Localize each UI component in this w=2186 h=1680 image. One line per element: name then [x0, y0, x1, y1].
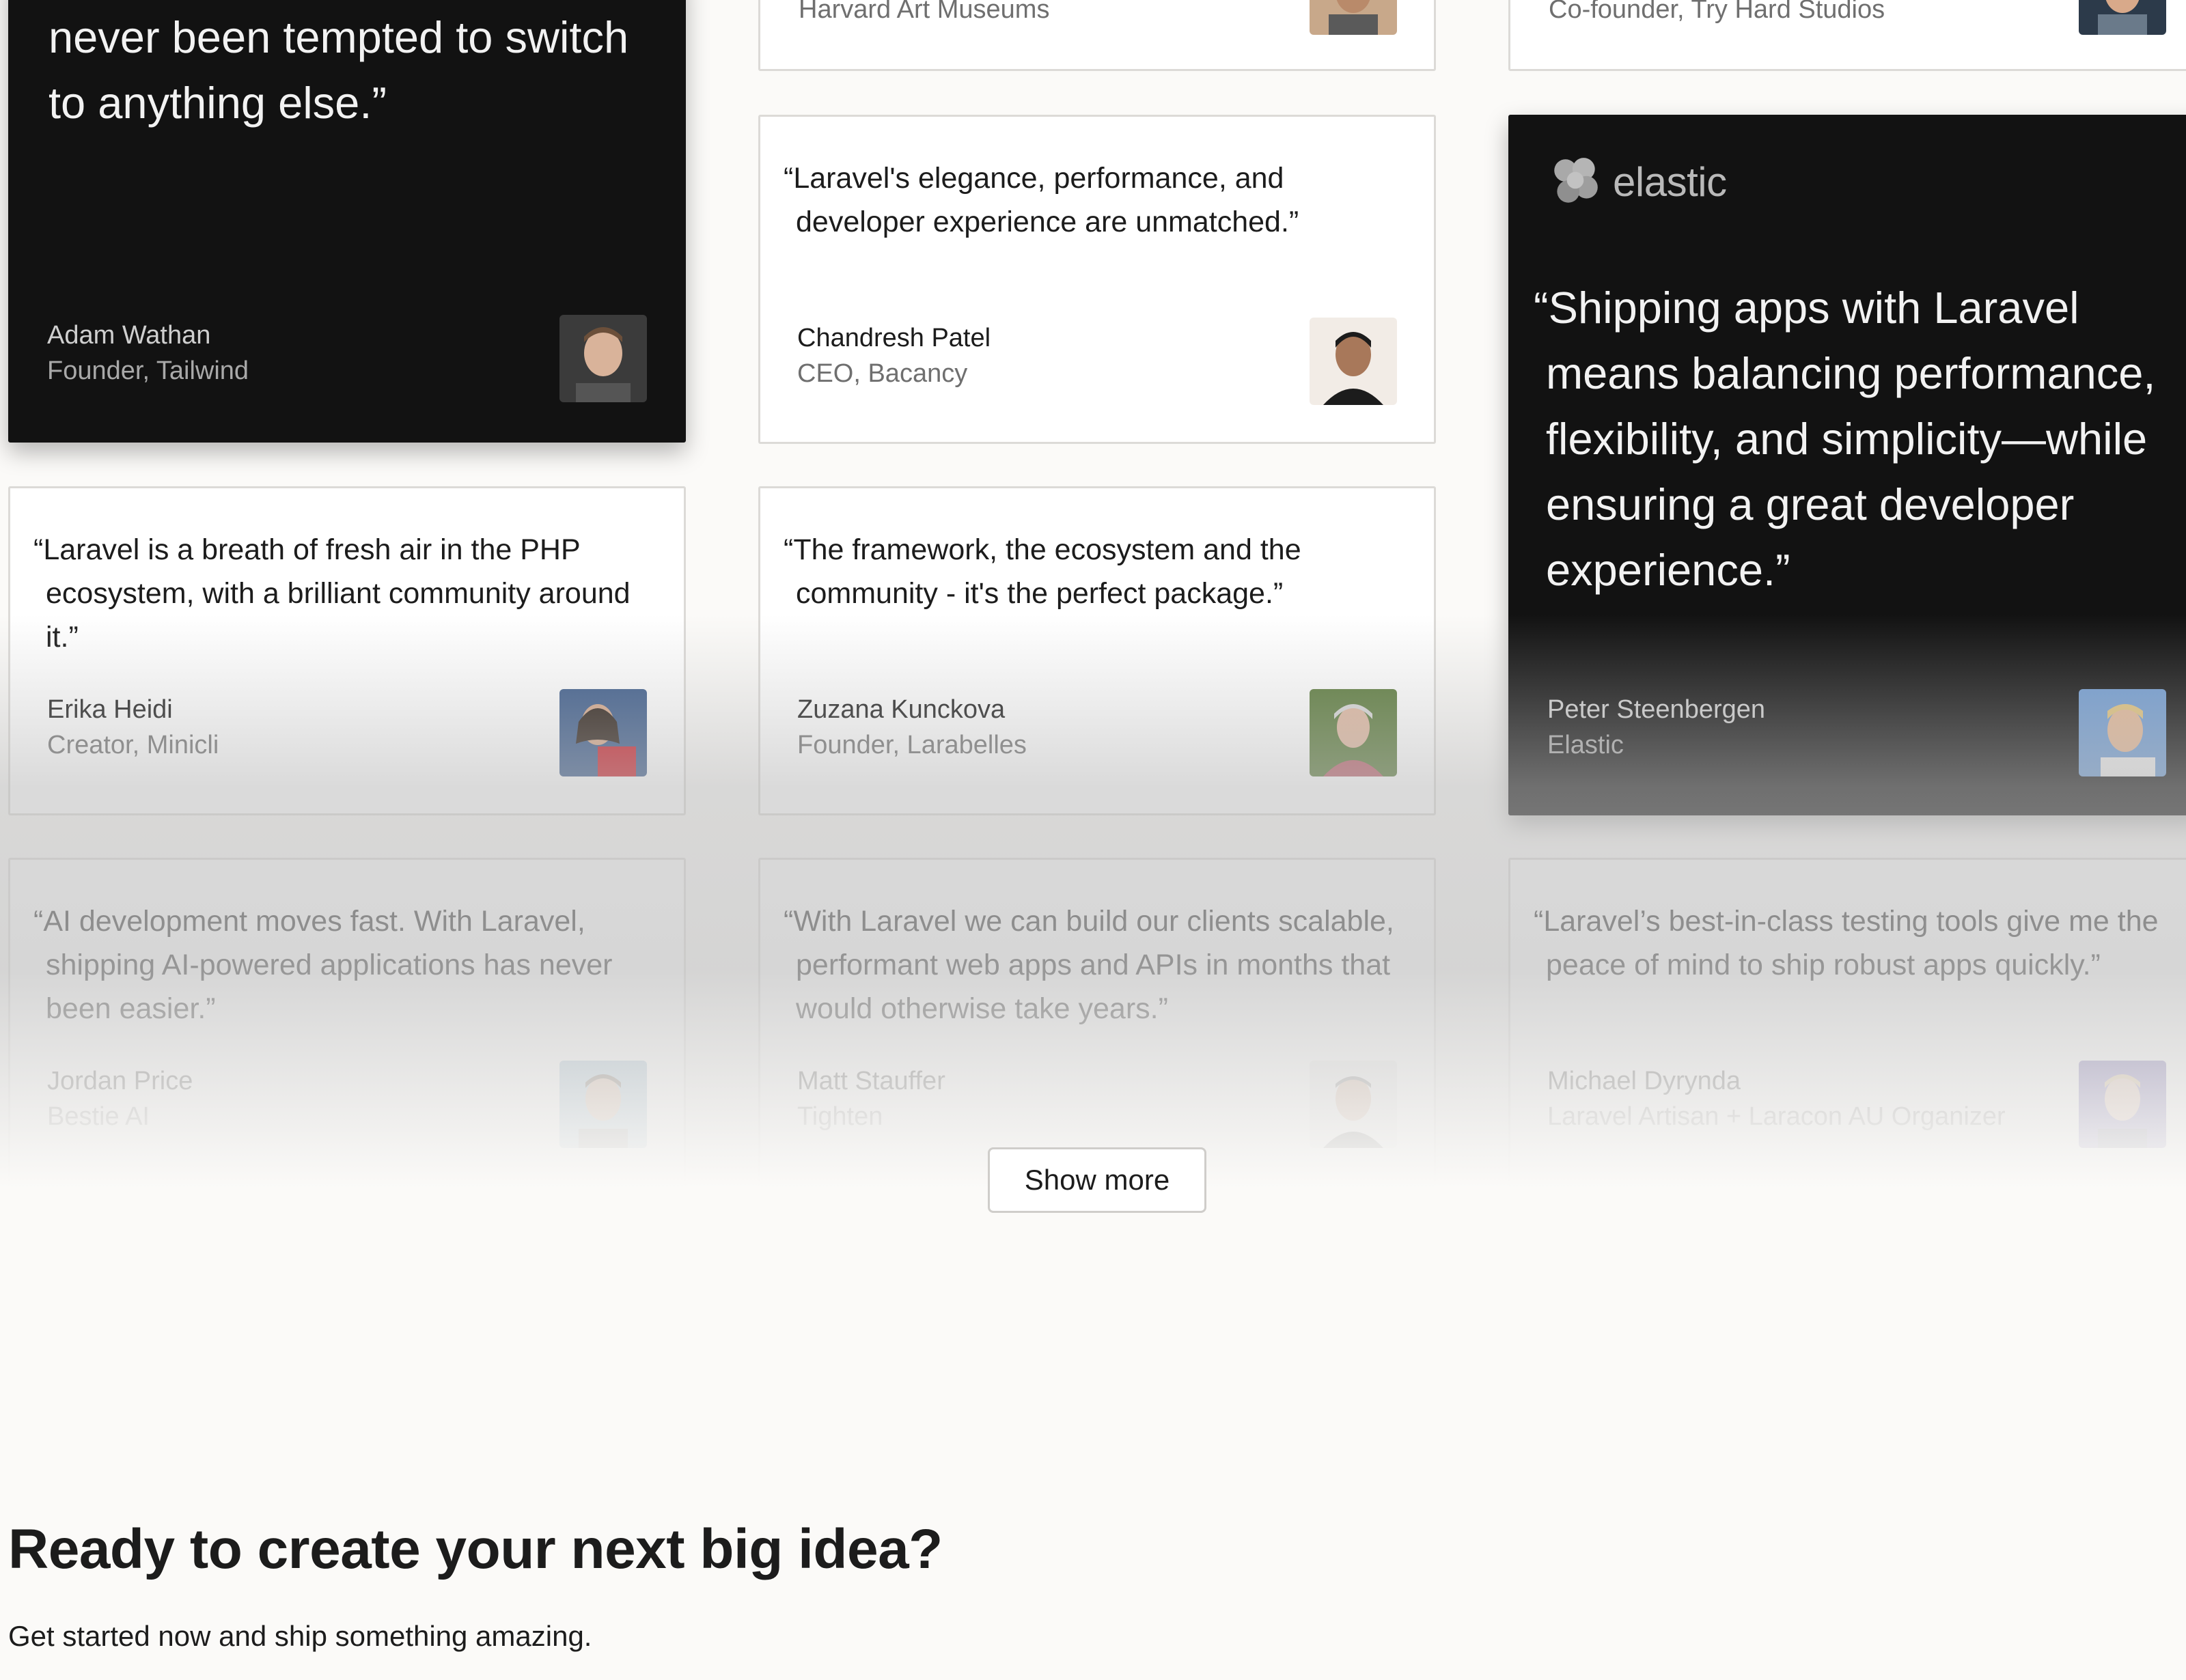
- testimonial-card-jordan: “AI development moves fast. With Laravel…: [8, 858, 686, 1187]
- elastic-logo-text: elastic: [1613, 158, 1727, 205]
- cta-title: Ready to create your next big idea?: [8, 1518, 943, 1580]
- testimonial-card-partial-right: Co-founder, Try Hard Studios: [1508, 0, 2186, 71]
- author-name: Jordan Price: [47, 1067, 193, 1095]
- testimonial-author: Matt Stauffer Tighten: [797, 1063, 945, 1134]
- author-role: Laravel Artisan + Laracon AU Organizer: [1547, 1102, 2006, 1131]
- author-role: CEO, Bacancy: [797, 359, 968, 388]
- author-role: Harvard Art Museums: [799, 0, 1050, 24]
- cta-subtitle: Get started now and ship something amazi…: [8, 1620, 592, 1652]
- testimonial-card-partial-mid: Harvard Art Museums: [758, 0, 1436, 71]
- avatar: [559, 689, 647, 776]
- testimonial-quote: “With Laravel we can build our clients s…: [784, 905, 1394, 1025]
- testimonial-author: Zuzana Kunckova Founder, Larabelles: [797, 692, 1027, 763]
- testimonial-quote: “Laravel is a breath of fresh air in the…: [33, 533, 631, 654]
- testimonial-quote: “The framework, the ecosystem and the co…: [784, 533, 1301, 610]
- testimonial-card-zuzana: “The framework, the ecosystem and the co…: [758, 486, 1436, 815]
- testimonial-quote: “Laravel's elegance, performance, and de…: [784, 162, 1299, 238]
- author-name: Peter Steenbergen: [1547, 695, 1766, 724]
- testimonial-author: Adam Wathan Founder, Tailwind: [47, 318, 249, 389]
- avatar: [559, 1061, 647, 1148]
- avatar: [1310, 689, 1397, 776]
- testimonial-card-adam: never been tempted to switch to anything…: [8, 0, 686, 443]
- author-role: Creator, Minicli: [47, 731, 219, 759]
- author-name: Michael Dyrynda: [1547, 1067, 1741, 1095]
- testimonial-author: Peter Steenbergen Elastic: [1547, 692, 1765, 763]
- avatar: [2079, 0, 2166, 35]
- author-name: Erika Heidi: [47, 695, 173, 724]
- avatar: [2079, 689, 2166, 776]
- author-name: Matt Stauffer: [797, 1067, 945, 1095]
- avatar: [1310, 0, 1397, 35]
- avatar: [559, 315, 647, 402]
- testimonial-author: Jordan Price Bestie AI: [47, 1063, 193, 1134]
- author-role: Co-founder, Try Hard Studios: [1549, 0, 1885, 24]
- testimonial-card-matt: “With Laravel we can build our clients s…: [758, 858, 1436, 1187]
- author-name: Zuzana Kunckova: [797, 695, 1006, 724]
- testimonial-author: Michael Dyrynda Laravel Artisan + Laraco…: [1547, 1063, 2006, 1134]
- testimonial-quote: “Shipping apps with Laravel means balanc…: [1534, 283, 2156, 595]
- avatar: [2079, 1061, 2166, 1148]
- author-role: Founder, Larabelles: [797, 731, 1027, 759]
- testimonial-card-chandresh: “Laravel's elegance, performance, and de…: [758, 115, 1436, 444]
- elastic-logo: elastic: [1547, 154, 1727, 210]
- testimonial-card-elastic: elastic “Shipping apps with Laravel mean…: [1508, 115, 2186, 815]
- testimonial-card-erika: “Laravel is a breath of fresh air in the…: [8, 486, 686, 815]
- testimonial-author: Chandresh Patel CEO, Bacancy: [797, 320, 991, 391]
- elastic-logo-icon: [1554, 158, 1598, 203]
- avatar: [1310, 318, 1397, 405]
- testimonial-quote: “Laravel’s best-in-class testing tools g…: [1534, 905, 2159, 981]
- show-more-button[interactable]: Show more: [988, 1147, 1206, 1213]
- author-role: Founder, Tailwind: [47, 356, 249, 385]
- author-name: Adam Wathan: [47, 321, 211, 350]
- testimonial-card-michael: “Laravel’s best-in-class testing tools g…: [1508, 858, 2186, 1187]
- author-role: Elastic: [1547, 731, 1624, 759]
- author-role: Bestie AI: [47, 1102, 150, 1131]
- author-name: Chandresh Patel: [797, 324, 991, 352]
- avatar: [1310, 1061, 1397, 1148]
- testimonial-quote: never been tempted to switch to anything…: [49, 12, 629, 128]
- testimonial-quote: “AI development moves fast. With Laravel…: [33, 905, 613, 1025]
- author-role: Tighten: [797, 1102, 883, 1131]
- testimonial-author: Erika Heidi Creator, Minicli: [47, 692, 219, 763]
